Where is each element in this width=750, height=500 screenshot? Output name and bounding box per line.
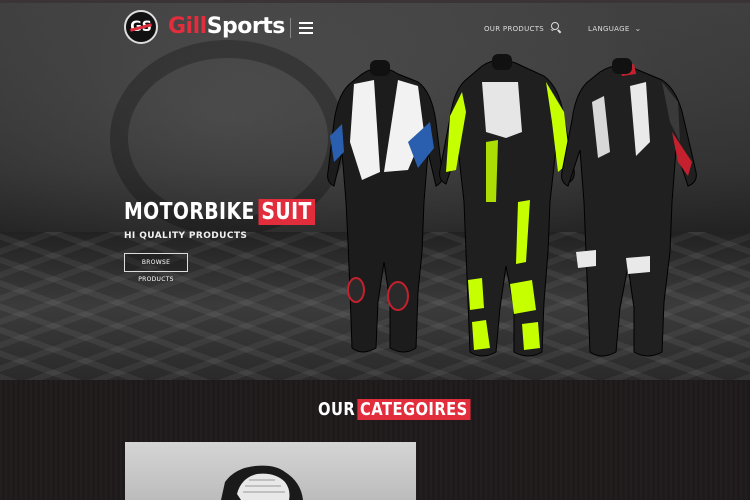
search-icon[interactable]: [551, 22, 562, 34]
nav-language[interactable]: LANGUAGE ⌄: [588, 24, 642, 33]
categories-title: OUR CATEGOIRES: [318, 399, 471, 421]
motorbike-suits-image: [327, 54, 697, 357]
chevron-down-icon: ⌄: [634, 24, 642, 33]
hero-subtitle: HI QUALITY PRODUCTS: [124, 231, 248, 241]
search-handle: [557, 29, 562, 34]
hamburger-line: [299, 27, 313, 29]
categories-title-accent: CATEGOIRES: [357, 399, 471, 420]
nav-divider: [290, 18, 291, 38]
hero-title-main: MOTORBIKE: [124, 199, 255, 225]
category-glove-image: [221, 465, 303, 500]
hamburger-line: [299, 22, 313, 24]
nav-language-label: LANGUAGE: [588, 25, 630, 33]
hamburger-menu-icon[interactable]: [299, 22, 313, 34]
browse-products-button[interactable]: BROWSE PRODUCTS: [124, 253, 188, 283]
hamburger-line: [299, 32, 313, 34]
top-navigation: GS GillSports OUR PRODUCTS⌄ LANGUAGE ⌄: [0, 0, 750, 56]
nav-our-products[interactable]: OUR PRODUCTS ⌄: [484, 24, 556, 33]
categories-title-main: OUR: [318, 399, 356, 420]
category-card[interactable]: [125, 442, 416, 500]
brand-name-gill: Gill: [168, 14, 207, 39]
suit-black-neon: [439, 54, 575, 357]
hero-title: MOTORBIKE SUIT: [124, 198, 316, 226]
page: GS GillSports OUR PRODUCTS⌄ LANGUAGE ⌄: [0, 0, 750, 500]
hero-banner: GS GillSports OUR PRODUCTS⌄ LANGUAGE ⌄: [0, 0, 750, 380]
suit-white-blue: [327, 60, 443, 353]
brand-name[interactable]: GillSports: [168, 14, 285, 39]
nav-our-products-label: OUR PRODUCTS: [484, 25, 545, 33]
gs-logo-icon[interactable]: GS: [124, 10, 158, 44]
suit-black-white: [561, 58, 697, 357]
hero-title-accent: SUIT: [258, 199, 316, 225]
brand-name-sports: Sports: [206, 14, 286, 39]
categories-section: OUR CATEGOIRES: [0, 380, 750, 500]
